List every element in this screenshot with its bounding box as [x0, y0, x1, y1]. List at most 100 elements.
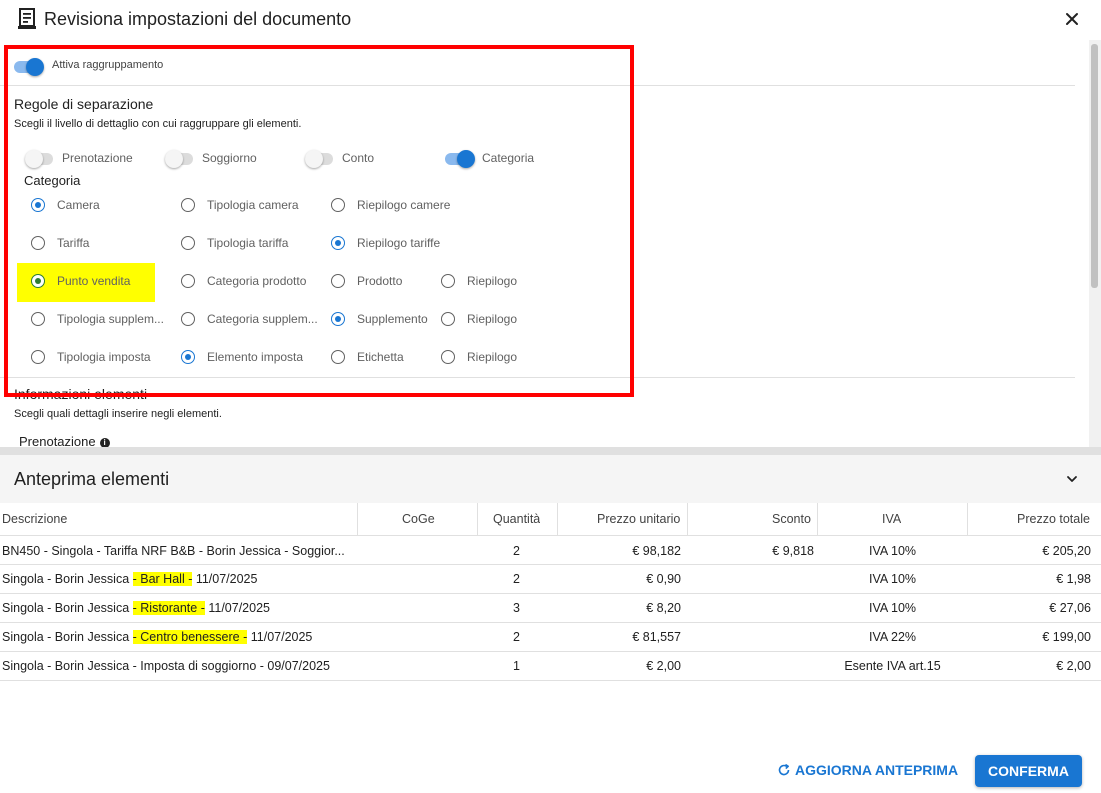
- radio-label: Riepilogo tariffe: [357, 236, 441, 250]
- radio-label: Riepilogo camere: [357, 198, 451, 212]
- table-row[interactable]: Singola - Borin Jessica - Ristorante - 1…: [0, 594, 1101, 623]
- row-total: € 199,00: [1042, 630, 1091, 644]
- radio-punto-vendita[interactable]: [31, 274, 45, 288]
- radio-label: Categoria prodotto: [207, 274, 307, 288]
- radio-label: Elemento imposta: [207, 350, 304, 364]
- separation-subtitle: Scegli il livello di dettaglio con cui r…: [14, 118, 302, 130]
- column-header[interactable]: CoGe: [402, 512, 435, 526]
- row-description: BN450 - Singola - Tariffa NRF B&B - Bori…: [2, 544, 345, 558]
- row-quantity: 2: [513, 572, 520, 586]
- radio-riepilogo-imposte[interactable]: [441, 350, 455, 364]
- column-header[interactable]: Prezzo totale: [1017, 512, 1090, 526]
- row-description: Singola - Borin Jessica - Imposta di sog…: [2, 659, 330, 673]
- document-icon: [18, 8, 36, 29]
- row-unit-price: € 81,557: [632, 630, 681, 644]
- refresh-preview-button[interactable]: AGGIORNA ANTEPRIMA: [777, 762, 958, 778]
- preview-header[interactable]: Anteprima elementi: [0, 455, 1101, 503]
- toggle-categoria[interactable]: [445, 149, 475, 168]
- row-iva: IVA 10%: [868, 572, 917, 586]
- row-iva: IVA 10%: [868, 601, 917, 615]
- radio-label: Tipologia tariffa: [207, 236, 289, 250]
- row-quantity: 3: [513, 601, 520, 615]
- radio-prodotto[interactable]: [331, 274, 345, 288]
- chevron-down-icon[interactable]: [1063, 470, 1081, 488]
- toggle-conto-label: Conto: [342, 151, 375, 165]
- radio-label: Etichetta: [357, 350, 404, 364]
- radio-label: Categoria supplem...: [207, 312, 318, 326]
- row-iva: IVA 22%: [868, 630, 917, 644]
- toggle-prenotazione[interactable]: [25, 149, 55, 168]
- settings-panel: Attiva raggruppamento Regole di separazi…: [0, 40, 1089, 447]
- table-row[interactable]: Singola - Borin Jessica - Imposta di sog…: [0, 652, 1101, 681]
- radio-label: Tipologia supplem...: [57, 312, 164, 326]
- row-description: Singola - Borin Jessica - Ristorante - 1…: [2, 601, 270, 615]
- radio-tipologia-imposta[interactable]: [31, 350, 45, 364]
- column-header[interactable]: IVA: [882, 512, 901, 526]
- table-row[interactable]: BN450 - Singola - Tariffa NRF B&B - Bori…: [0, 536, 1101, 565]
- radio-riepilogo-prodotti[interactable]: [441, 274, 455, 288]
- radio-tariffa[interactable]: [31, 236, 45, 250]
- radio-label: Supplemento: [357, 312, 428, 326]
- separation-title: Regole di separazione: [14, 96, 154, 112]
- row-description: Singola - Borin Jessica - Bar Hall - 11/…: [2, 572, 258, 586]
- preview-title: Anteprima elementi: [14, 469, 170, 489]
- row-quantity: 2: [513, 630, 520, 644]
- category-title: Categoria: [24, 173, 81, 188]
- row-quantity: 2: [513, 544, 520, 558]
- row-unit-price: € 2,00: [646, 659, 681, 673]
- radio-supplemento[interactable]: [331, 312, 345, 326]
- refresh-icon: [778, 763, 790, 776]
- toggle-soggiorno-label: Soggiorno: [202, 151, 257, 165]
- grouping-toggle[interactable]: [14, 57, 44, 76]
- info-icon[interactable]: i: [99, 438, 110, 447]
- radio-categoria-supplemento[interactable]: [181, 312, 195, 326]
- radio-tipologia-tariffa[interactable]: [181, 236, 195, 250]
- radio-label: Punto vendita: [57, 274, 131, 288]
- radio-camera[interactable]: [31, 198, 45, 212]
- radio-tipologia-camera[interactable]: [181, 198, 195, 212]
- radio-riepilogo-supplementi[interactable]: [441, 312, 455, 326]
- row-total: € 2,00: [1056, 659, 1091, 673]
- radio-label: Tariffa: [57, 236, 90, 250]
- row-total: € 205,20: [1042, 544, 1091, 558]
- row-quantity: 1: [513, 659, 520, 673]
- divider: [0, 85, 1075, 86]
- radio-label: Riepilogo: [467, 312, 518, 326]
- info-subtitle: Scegli quali dettagli inserire negli ele…: [14, 408, 222, 420]
- radio-etichetta[interactable]: [331, 350, 345, 364]
- column-header[interactable]: Quantità: [493, 512, 540, 526]
- toggle-categoria-label: Categoria: [482, 151, 535, 165]
- info-item-prenotazione: Prenotazione i: [19, 434, 110, 447]
- confirm-button[interactable]: CONFERMA: [975, 755, 1082, 787]
- grouping-toggle-label: Attiva raggruppamento: [52, 59, 164, 71]
- section-divider: [0, 447, 1101, 455]
- radio-label: Prodotto: [357, 274, 403, 288]
- table-row[interactable]: Singola - Borin Jessica - Centro benesse…: [0, 623, 1101, 652]
- radio-riepilogo-tariffe[interactable]: [331, 236, 345, 250]
- radio-categoria-prodotto[interactable]: [181, 274, 195, 288]
- column-header[interactable]: Descrizione: [2, 512, 67, 526]
- row-total: € 1,98: [1056, 572, 1091, 586]
- column-header[interactable]: Sconto: [772, 512, 811, 526]
- radio-label: Camera: [57, 198, 100, 212]
- table-header: Descrizione CoGe Quantità Prezzo unitari…: [0, 503, 1101, 536]
- dialog-header: Revisiona impostazioni del documento: [0, 0, 1101, 40]
- toggle-prenotazione-label: Prenotazione: [62, 151, 133, 165]
- table-row[interactable]: Singola - Borin Jessica - Bar Hall - 11/…: [0, 565, 1101, 594]
- close-icon[interactable]: [1062, 9, 1082, 29]
- row-unit-price: € 98,182: [632, 544, 681, 558]
- toggle-conto[interactable]: [305, 149, 335, 168]
- radio-label: Tipologia imposta: [57, 350, 151, 364]
- scrollbar-thumb[interactable]: [1091, 44, 1098, 288]
- radio-elemento-imposta[interactable]: [181, 350, 195, 364]
- toggle-soggiorno[interactable]: [165, 149, 195, 168]
- divider: [0, 377, 1075, 378]
- dialog-title: Revisiona impostazioni del documento: [44, 9, 352, 29]
- radio-tipologia-supplemento[interactable]: [31, 312, 45, 326]
- row-discount: € 9,818: [772, 544, 814, 558]
- radio-label: Riepilogo: [467, 350, 518, 364]
- row-total: € 27,06: [1049, 601, 1091, 615]
- column-header[interactable]: Prezzo unitario: [597, 512, 680, 526]
- settings-scrollbar[interactable]: [1089, 40, 1101, 447]
- radio-riepilogo-camere[interactable]: [331, 198, 345, 212]
